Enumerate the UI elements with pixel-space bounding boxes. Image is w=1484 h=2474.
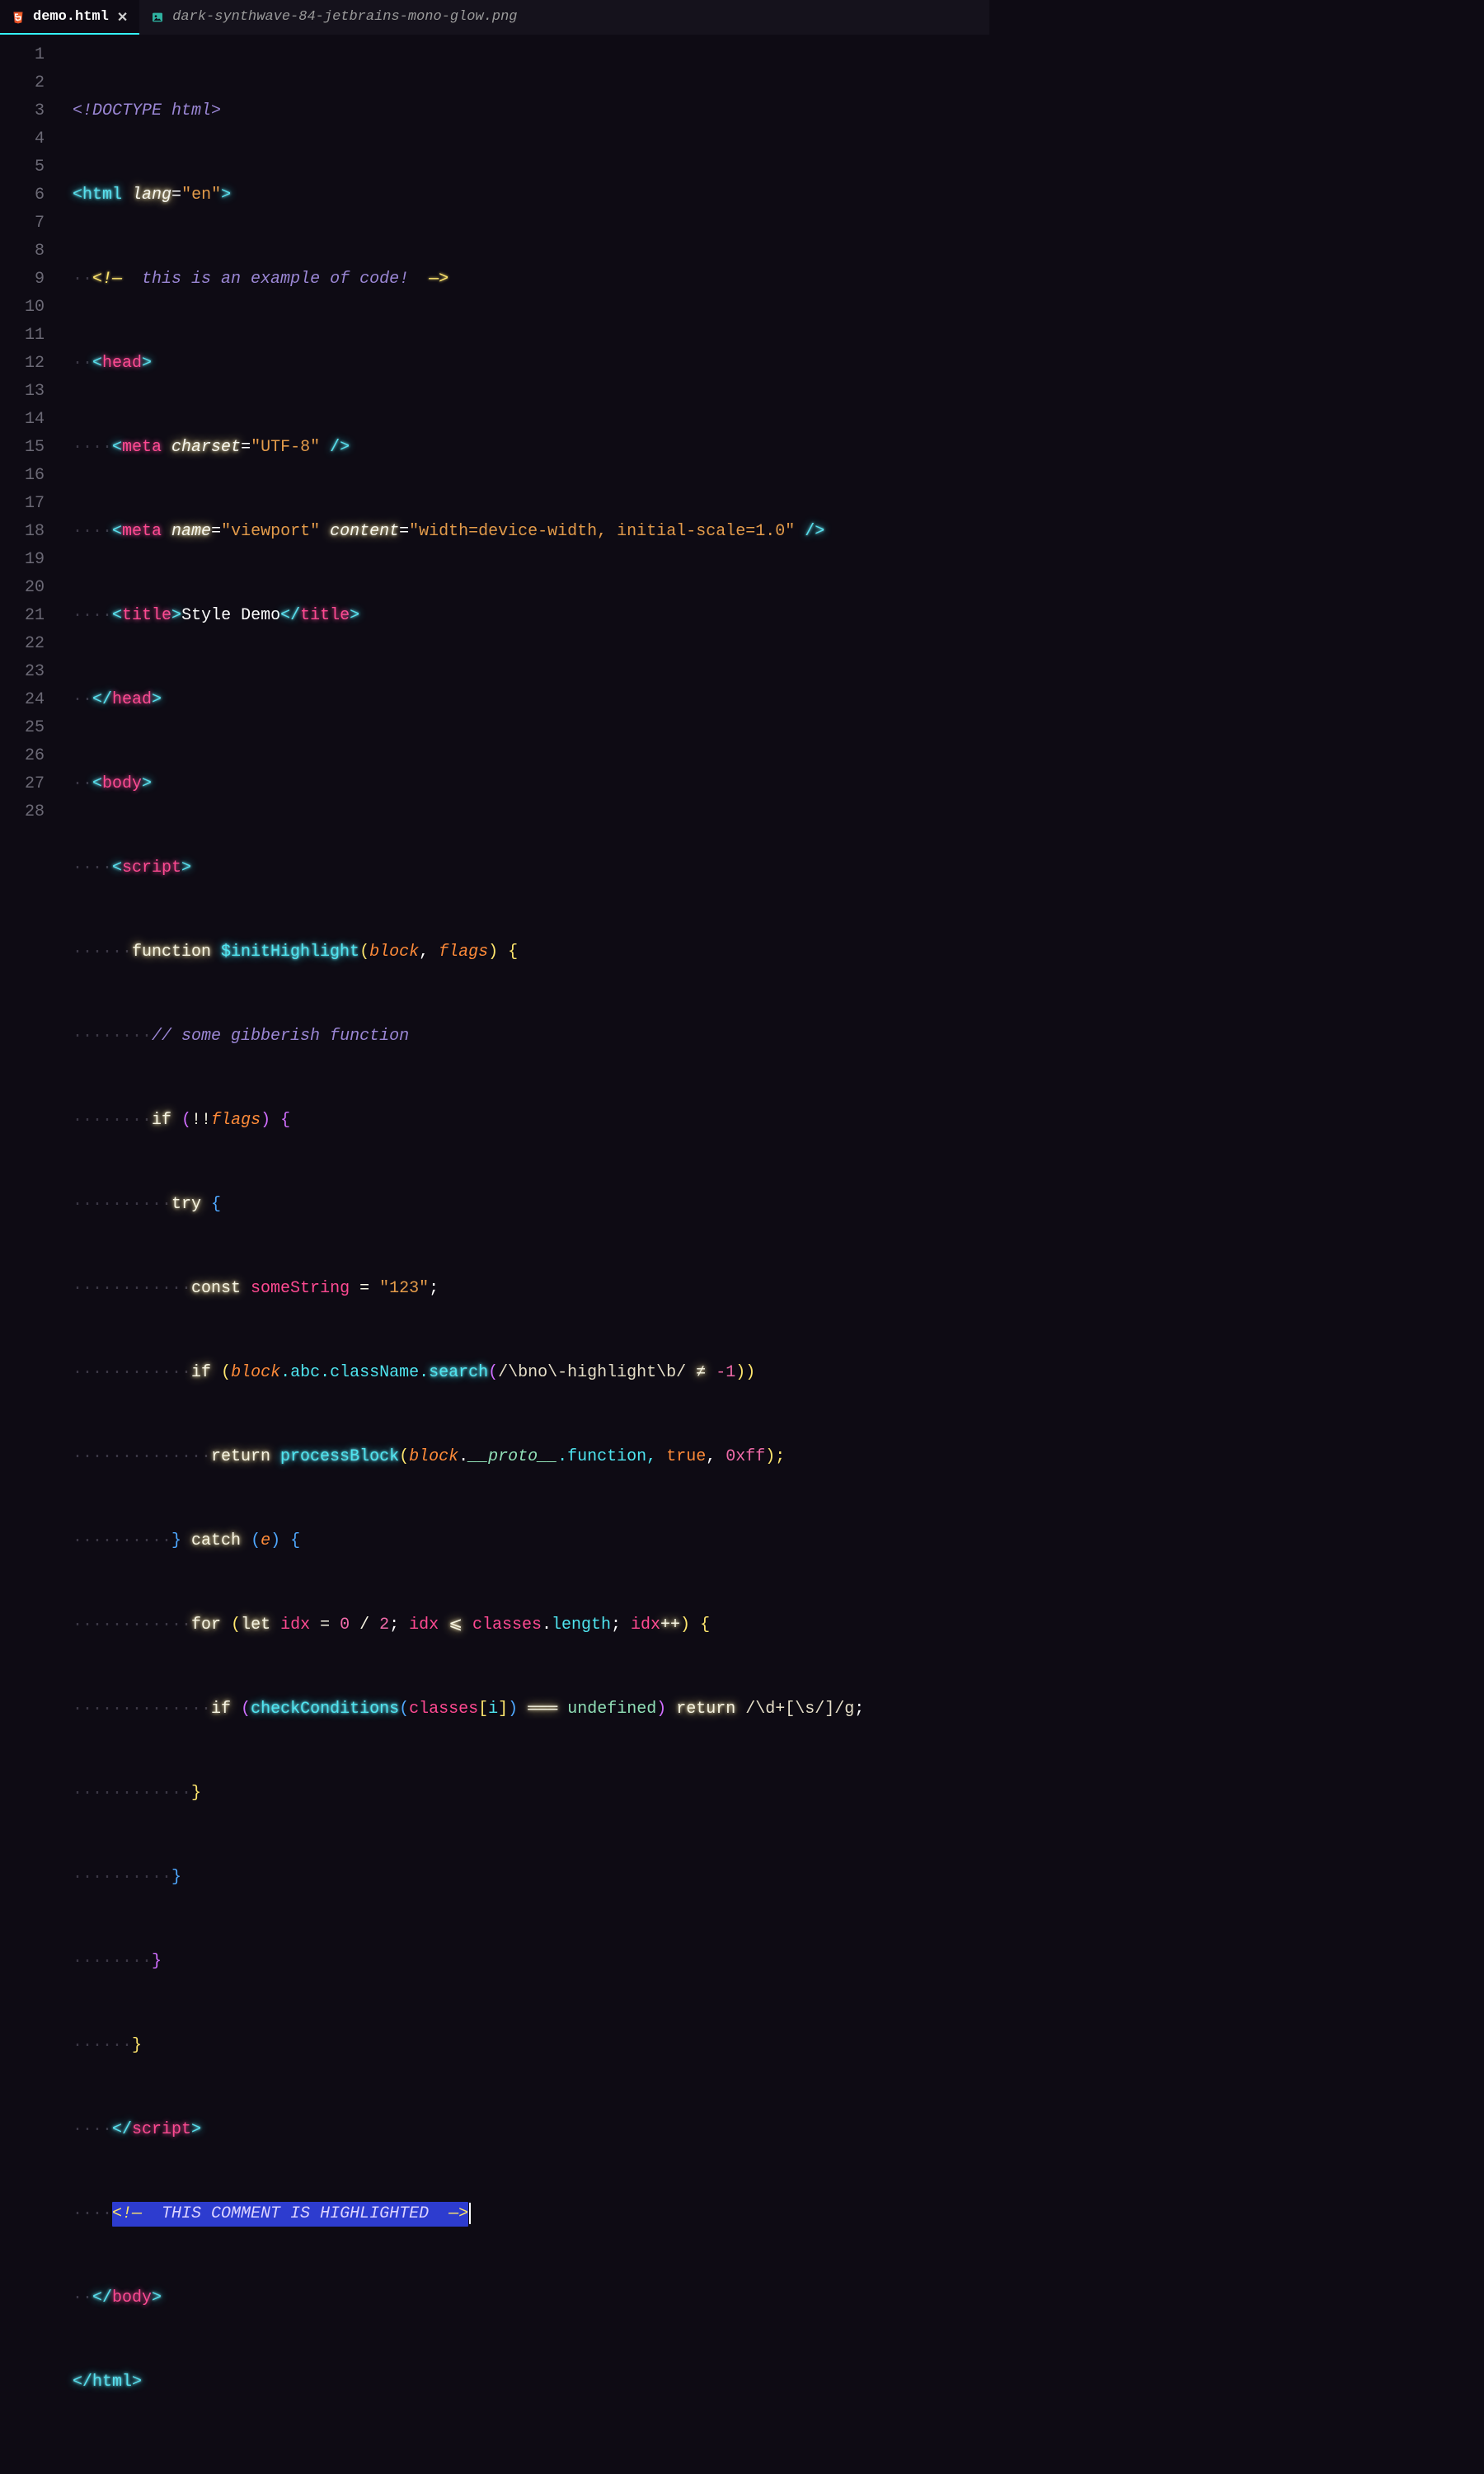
selection: <!— THIS COMMENT IS HIGHLIGHTED —> <box>112 2202 468 2227</box>
code-line: ··<body> <box>73 770 989 798</box>
line-number: 17 <box>0 490 45 518</box>
line-number: 24 <box>0 686 45 714</box>
line-number: 4 <box>0 125 45 153</box>
line-number: 10 <box>0 294 45 322</box>
line-number: 28 <box>0 798 45 826</box>
line-number: 1 <box>0 41 45 69</box>
line-number: 25 <box>0 714 45 742</box>
code-line: ····<title>Style Demo</title> <box>73 602 989 630</box>
line-number: 20 <box>0 574 45 602</box>
close-icon[interactable]: ✕ <box>117 9 128 26</box>
code-line: ······function $initHighlight(block, fla… <box>73 938 989 967</box>
line-number: 12 <box>0 350 45 378</box>
code-area[interactable]: <!DOCTYPE html> <html lang="en"> ··<!— t… <box>56 35 989 825</box>
tab-label: dark-synthwave-84-jetbrains-mono-glow.pn… <box>172 9 517 25</box>
code-line: <html lang="en"> <box>73 181 989 209</box>
tab-bar: demo.html ✕ dark-synthwave-84-jetbrains-… <box>0 0 989 35</box>
line-number: 3 <box>0 97 45 125</box>
code-line: ········if (!!flags) { <box>73 1107 989 1135</box>
code-line: ··</body> <box>73 2284 989 2312</box>
code-line: </html> <box>73 2368 989 2396</box>
code-line: ········// some gibberish function <box>73 1023 989 1051</box>
line-number: 8 <box>0 238 45 266</box>
code-line: <!DOCTYPE html> <box>73 97 989 125</box>
line-number-gutter: 1234567891011121314151617181920212223242… <box>0 35 56 825</box>
line-number: 18 <box>0 518 45 546</box>
line-number: 7 <box>0 209 45 238</box>
code-line: ····<!— THIS COMMENT IS HIGHLIGHTED —> <box>73 2200 989 2228</box>
code-line: ··········} <box>73 1864 989 1892</box>
code-editor[interactable]: 1234567891011121314151617181920212223242… <box>0 35 989 825</box>
code-line: ············const someString = "123"; <box>73 1275 989 1303</box>
line-number: 13 <box>0 378 45 406</box>
line-number: 11 <box>0 322 45 350</box>
code-line: ··<head> <box>73 350 989 378</box>
code-line: ··············if (checkConditions(classe… <box>73 1696 989 1724</box>
code-line: ··············return processBlock(block.… <box>73 1443 989 1471</box>
line-number: 27 <box>0 770 45 798</box>
code-line: ····<meta name="viewport" content="width… <box>73 518 989 546</box>
line-number: 2 <box>0 69 45 97</box>
code-line: ··········try { <box>73 1191 989 1219</box>
code-line: ····<meta charset="UTF-8" /> <box>73 434 989 462</box>
code-line: ··</head> <box>73 686 989 714</box>
code-line: ····<script> <box>73 854 989 882</box>
code-line: ········} <box>73 1948 989 1976</box>
line-number: 22 <box>0 630 45 658</box>
image-icon <box>151 11 164 24</box>
code-line: ··········} catch (e) { <box>73 1527 989 1555</box>
line-number: 19 <box>0 546 45 574</box>
line-number: 9 <box>0 266 45 294</box>
line-number: 14 <box>0 406 45 434</box>
text-cursor <box>469 2203 471 2224</box>
line-number: 15 <box>0 434 45 462</box>
code-line: ······} <box>73 2032 989 2060</box>
scrollbar[interactable] <box>979 35 988 825</box>
line-number: 26 <box>0 742 45 770</box>
code-line: ············for (let idx = 0 / 2; idx ⩽ … <box>73 1611 989 1639</box>
code-line: ············} <box>73 1780 989 1808</box>
line-number: 21 <box>0 602 45 630</box>
line-number: 16 <box>0 462 45 490</box>
code-line: ············if (block.abc.className.sear… <box>73 1359 989 1387</box>
tab-label: demo.html <box>33 9 109 25</box>
code-line: ··<!— this is an example of code! —> <box>73 266 989 294</box>
code-line: ····</script> <box>73 2116 989 2144</box>
html5-icon <box>12 11 25 24</box>
line-number: 23 <box>0 658 45 686</box>
tab-image-preview[interactable]: dark-synthwave-84-jetbrains-mono-glow.pn… <box>139 0 528 34</box>
tab-demo-html[interactable]: demo.html ✕ <box>0 0 139 34</box>
line-number: 6 <box>0 181 45 209</box>
line-number: 5 <box>0 153 45 181</box>
